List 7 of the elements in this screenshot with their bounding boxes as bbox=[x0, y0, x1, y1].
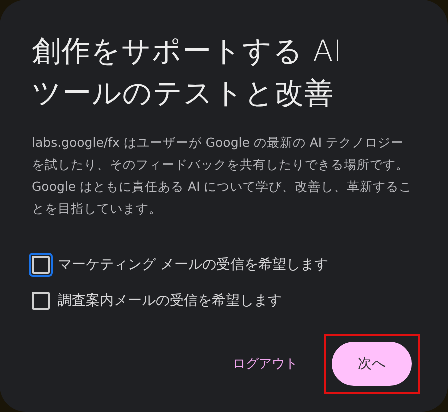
checkbox-label: マーケティング メールの受信を希望します bbox=[58, 256, 328, 274]
logout-link[interactable]: ログアウト bbox=[229, 347, 302, 381]
description-text: labs.google/fx はユーザーが Google の最新の AI テクノロジーを試したり、そのフィードバックを共有したりできる場所です。Google はともに責任ある AI について学び、改善し、革新することを目指しています。 bbox=[32, 134, 414, 218]
checkbox-label: 調査案内メールの受信を希望します bbox=[58, 292, 282, 310]
checkbox[interactable] bbox=[32, 292, 50, 310]
next-button[interactable]: 次へ bbox=[332, 342, 412, 386]
dialog-title: 創作をサポートする AI ツールのテストと改善 bbox=[32, 33, 344, 112]
